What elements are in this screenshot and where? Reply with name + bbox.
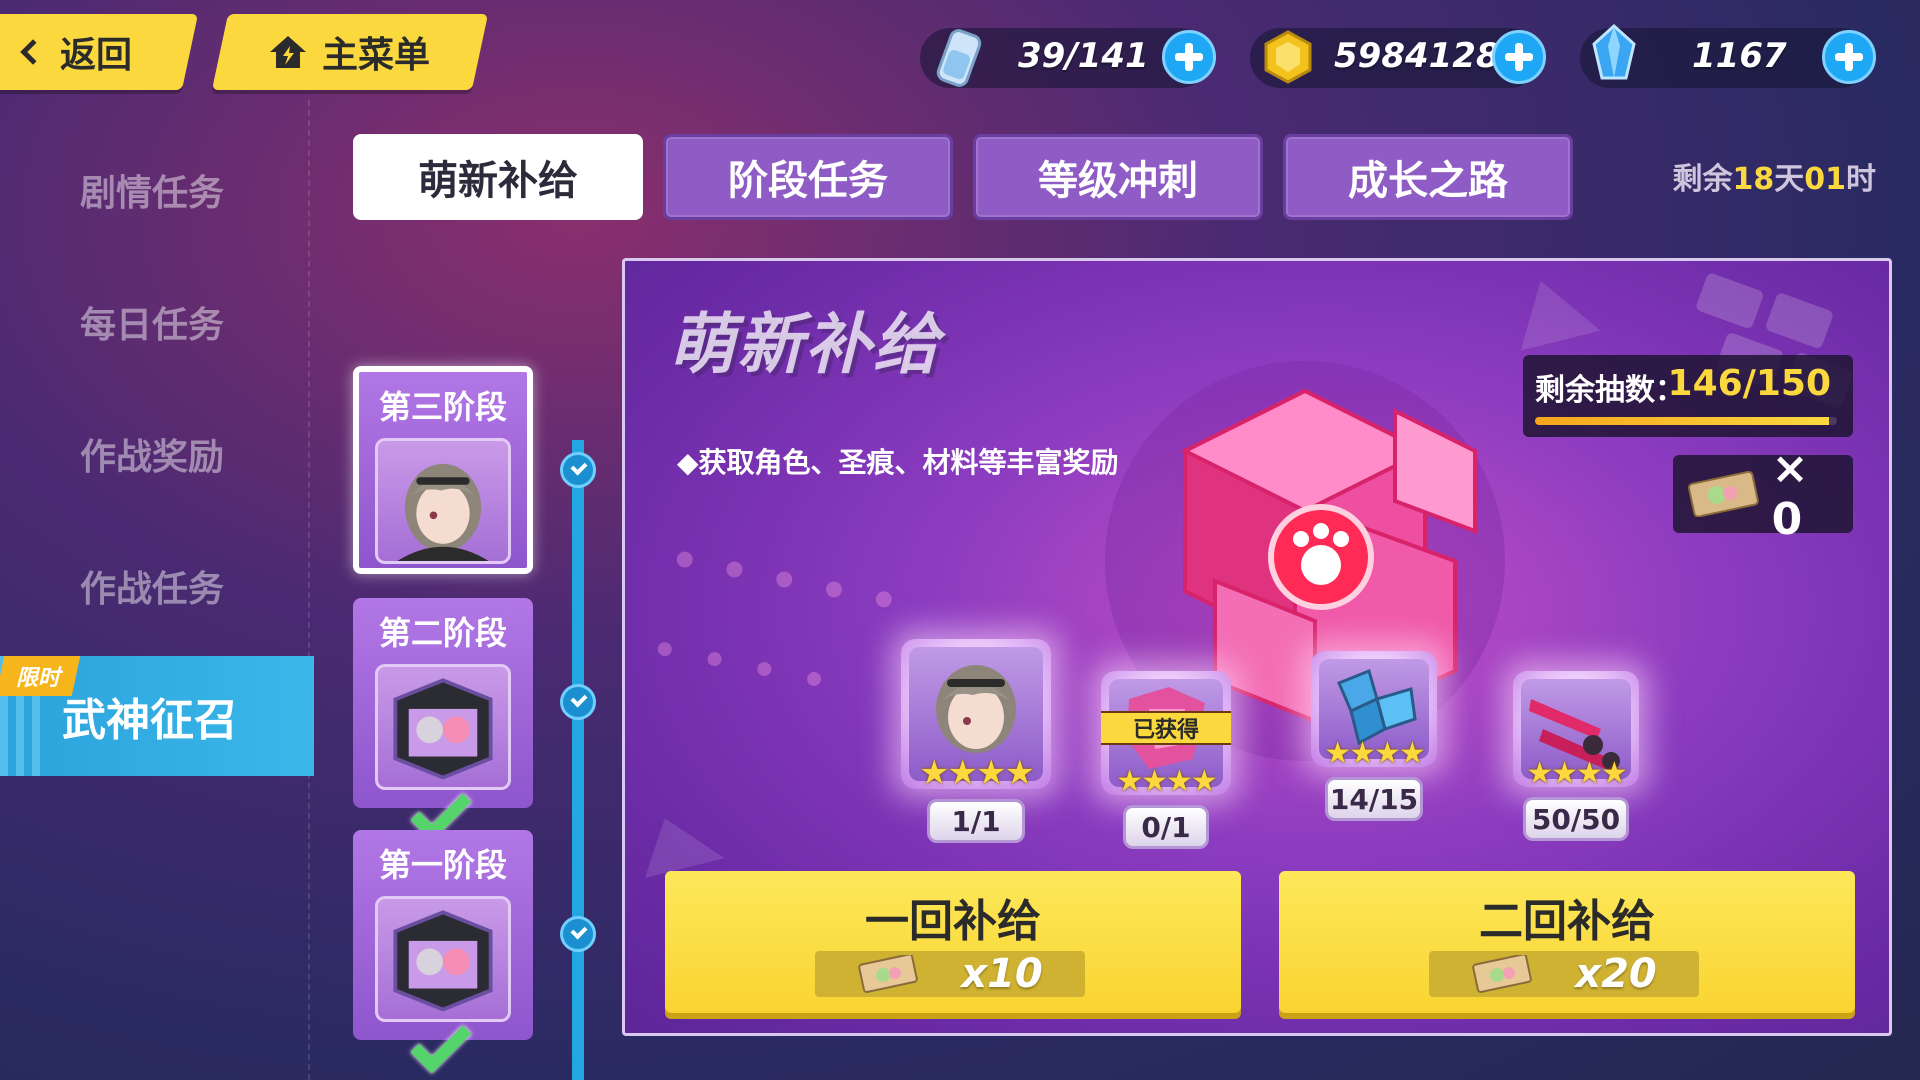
tab-level-sprint[interactable]: 等级冲刺	[973, 134, 1263, 220]
remaining-day-unit: 天	[1774, 162, 1805, 197]
stage-card-3[interactable]: 第三阶段	[353, 366, 533, 574]
remaining-prefix: 剩余	[1672, 162, 1733, 197]
double-supply-label: 二回补给	[1479, 896, 1655, 947]
remaining-draws-value: 146/150	[1667, 363, 1831, 404]
stage-timeline	[572, 440, 584, 1080]
sidebar-item-daily-missions[interactable]: 每日任务	[80, 296, 224, 348]
reward-weapon[interactable]: ★★★★ 50/50	[1513, 671, 1639, 841]
stage-title: 第一阶段	[378, 846, 507, 884]
main-menu-label: 主菜单	[322, 35, 431, 76]
back-label: 返回	[59, 35, 133, 76]
sidebar-item-story-missions[interactable]: 剧情任务	[80, 164, 224, 216]
back-chevron-icon	[20, 39, 46, 65]
remaining-draws-label: 剩余抽数：	[1535, 373, 1685, 408]
tab-growth-road[interactable]: 成长之路	[1283, 134, 1573, 220]
home-icon	[270, 36, 306, 68]
reward-count: 50/50	[1523, 797, 1629, 841]
supply-ticket-icon	[858, 955, 919, 993]
sidebar-active-label: 武神征召	[62, 695, 238, 746]
double-supply-button[interactable]: 二回补给 x20	[1279, 871, 1855, 1013]
sidebar-item-battle-rewards[interactable]: 作战奖励	[80, 428, 224, 480]
remaining-days: 18	[1732, 162, 1775, 197]
character-portrait-icon	[397, 463, 489, 561]
ticket-count: × 0	[1771, 443, 1809, 545]
remaining-time: 剩余18天01时	[1673, 154, 1877, 198]
stage-1-check-icon	[560, 916, 596, 952]
single-supply-label: 一回补给	[865, 896, 1041, 947]
coin-value: 5984128	[1334, 36, 1500, 76]
stage-3-check-icon	[560, 452, 596, 488]
reward-stigmata[interactable]: 已获得 ★★★★ 0/1	[1101, 671, 1231, 849]
remaining-hour-unit: 时	[1846, 162, 1876, 197]
tab-newbie-supply[interactable]: 萌新补给	[353, 134, 643, 220]
crystal-icon	[1592, 23, 1636, 80]
single-supply-qty: x10	[961, 951, 1043, 997]
obtained-badge: 已获得	[1101, 711, 1231, 745]
remaining-hours: 01	[1804, 162, 1846, 197]
stage-card-2[interactable]: 第二阶段	[353, 598, 533, 842]
limited-time-badge: 限时	[0, 656, 81, 696]
stamina-value: 39/141	[1018, 36, 1149, 76]
stage-1-supply-box	[375, 896, 511, 1022]
tab-stage-missions[interactable]: 阶段任务	[663, 134, 953, 220]
main-menu-button[interactable]: 主菜单	[211, 14, 489, 90]
coin-icon	[1264, 30, 1312, 84]
stage-title: 第二阶段	[378, 614, 507, 652]
limited-time-label: 限时	[15, 666, 60, 691]
stage-3-character-avatar	[375, 438, 511, 564]
coin-display: 5984128	[1250, 28, 1546, 88]
add-coin-button[interactable]	[1492, 30, 1546, 84]
reward-material[interactable]: ★★★★ 14/15	[1311, 651, 1437, 821]
sidebar-divider	[308, 100, 310, 1080]
reward-stars: ★★★★	[1324, 736, 1426, 771]
single-supply-button[interactable]: 一回补给 x10	[665, 871, 1241, 1013]
remaining-draws-fill	[1535, 417, 1829, 425]
reward-stars: ★★★★	[919, 753, 1035, 793]
supply-crate-icon	[393, 910, 493, 1012]
reward-count: 0/1	[1123, 805, 1209, 849]
panel-description: ◆获取角色、圣痕、材料等丰富奖励	[677, 446, 1119, 479]
single-supply-cost: x10	[815, 951, 1085, 997]
supply-crate-icon	[393, 678, 493, 780]
add-stamina-button[interactable]	[1162, 30, 1216, 84]
sidebar-item-battle-missions[interactable]: 作战任务	[80, 560, 224, 612]
reward-stars: ★★★★	[1116, 764, 1218, 799]
double-supply-cost: x20	[1429, 951, 1699, 997]
newbie-supply-panel: 萌新补给 ◆获取角色、圣痕、材料等丰富奖励 剩余抽数： 146/150 × 0	[622, 258, 1892, 1036]
stage-title: 第三阶段	[378, 388, 507, 426]
remaining-draws-box: 剩余抽数： 146/150	[1523, 355, 1853, 437]
panel-title: 萌新补给	[669, 306, 941, 383]
stage-card-1[interactable]: 第一阶段	[353, 830, 533, 1074]
reward-count: 14/15	[1325, 777, 1423, 821]
stamina-display: 39/141	[920, 28, 1216, 88]
reward-stars: ★★★★	[1526, 756, 1628, 791]
ticket-count-box: × 0	[1673, 443, 1853, 545]
double-supply-qty: x20	[1575, 951, 1657, 997]
supply-ticket-icon	[1687, 471, 1759, 517]
reward-count: 1/1	[927, 799, 1025, 843]
remaining-draws-bar	[1535, 417, 1837, 425]
stamina-icon	[936, 29, 982, 87]
add-crystal-button[interactable]	[1822, 30, 1876, 84]
crystal-display: 1167	[1580, 23, 1876, 88]
reward-character[interactable]: ★★★★ 1/1	[901, 639, 1051, 843]
stage-2-check-icon	[560, 684, 596, 720]
crystal-value: 1167	[1692, 36, 1787, 76]
supply-ticket-icon	[1472, 955, 1533, 993]
back-button[interactable]: 返回	[0, 14, 199, 90]
stage-2-supply-box	[375, 664, 511, 790]
